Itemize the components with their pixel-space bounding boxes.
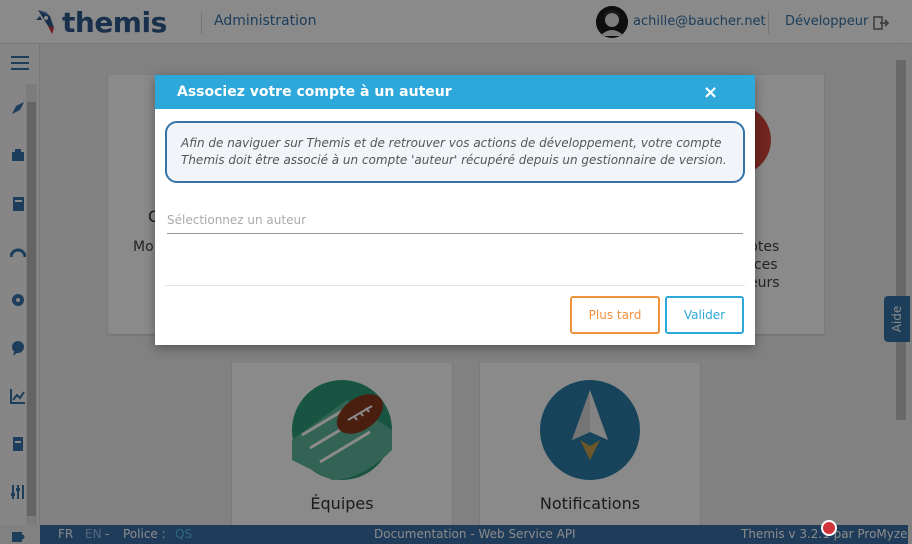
modal-title: Associez votre compte à un auteur: [177, 84, 452, 100]
associate-author-modal: Associez votre compte à un auteur × Afin…: [155, 75, 755, 345]
info-message: Afin de naviguer sur Themis et de retrou…: [165, 121, 745, 183]
validate-button[interactable]: Valider: [665, 296, 744, 334]
modal-divider: [165, 285, 745, 286]
modal-header: Associez votre compte à un auteur ×: [155, 75, 755, 109]
star-badge-icon[interactable]: [821, 520, 837, 536]
author-select[interactable]: Sélectionnez un auteur: [167, 208, 743, 234]
close-icon[interactable]: ×: [703, 82, 718, 103]
author-select-placeholder: Sélectionnez un auteur: [167, 213, 307, 227]
later-button[interactable]: Plus tard: [570, 296, 660, 334]
